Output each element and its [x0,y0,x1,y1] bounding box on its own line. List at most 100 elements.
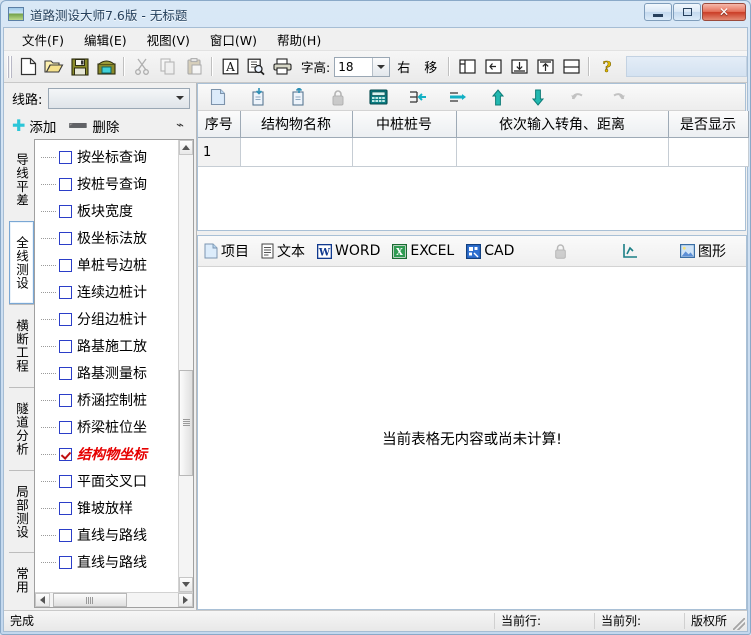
vtab-daoxianpingcha[interactable]: 导线平差 [9,139,34,221]
checkbox-icon[interactable] [59,556,72,569]
toolbar-grip[interactable] [7,55,12,78]
tree-horizontal-scrollbar[interactable] [35,592,193,607]
menu-file[interactable]: 文件(F) [12,28,74,51]
minimize-button[interactable] [644,3,672,21]
cell-angle-distance[interactable] [456,137,669,167]
tree-item[interactable]: 直线与路线 [37,522,178,549]
menu-view[interactable]: 视图(V) [137,28,200,51]
col-angle-distance[interactable]: 依次输入转角、距离 [456,111,669,138]
dock-top-icon[interactable] [532,54,558,79]
output-word-button[interactable]: W WORD [311,241,386,261]
tree-item[interactable]: 单桩号边桩 [37,252,178,279]
tree-item[interactable]: 平面交叉口 [37,468,178,495]
hscroll-track[interactable] [50,593,178,607]
right-button[interactable]: 右 [390,55,417,78]
checkbox-icon[interactable] [59,502,72,515]
tree-item[interactable]: 路基测量标 [37,360,178,387]
tree-item[interactable]: 极坐标法放 [37,225,178,252]
tree-item[interactable]: 按坐标查询 [37,144,178,171]
vtab-suidaofenxi[interactable]: 隧道分析 [9,387,34,470]
menu-window[interactable]: 窗口(W) [200,28,267,51]
checkbox-icon[interactable] [59,394,72,407]
checkbox-icon[interactable] [59,151,72,164]
col-structure-name[interactable]: 结构物名称 [240,111,353,138]
vtab-changyong[interactable]: 常用 [9,552,34,608]
tree-item[interactable]: 桥梁桩位坐 [37,414,178,441]
save-disk-icon[interactable] [67,54,93,79]
menu-edit[interactable]: 编辑(E) [74,28,137,51]
maximize-button[interactable] [673,3,701,21]
scroll-left-button[interactable] [35,593,50,607]
cut-icon[interactable] [129,54,155,79]
paste-icon[interactable] [181,54,207,79]
checkbox-icon[interactable] [59,232,72,245]
checkbox-icon[interactable] [59,286,72,299]
open-folder-icon[interactable] [41,54,67,79]
scroll-right-button[interactable] [178,593,193,607]
scroll-up-button[interactable] [179,140,193,155]
pin-icon[interactable]: ⌁ [176,118,184,133]
tree-item[interactable]: 板块宽度 [37,198,178,225]
redo-icon[interactable] [598,85,638,109]
lock-icon[interactable] [318,85,358,109]
vtab-quanxianceshe[interactable]: 全线测设 [9,220,34,305]
calculator-icon[interactable] [358,85,398,109]
tree-item[interactable]: 路基施工放 [37,333,178,360]
output-project-button[interactable]: 项目 [198,239,255,263]
output-excel-button[interactable]: X EXCEL [386,241,460,261]
dock-bottom-icon[interactable] [506,54,532,79]
new-record-icon[interactable] [198,85,238,109]
tree-item[interactable]: 连续边桩计 [37,279,178,306]
resize-grip[interactable] [733,618,745,630]
cell-center-stake[interactable] [352,137,457,167]
col-center-stake[interactable]: 中桩桩号 [352,111,457,138]
split-vertical-icon[interactable] [454,54,480,79]
output-cad-button[interactable]: CAD [460,241,520,261]
vtab-jubuceshe[interactable]: 局部测设 [9,469,34,553]
table-row[interactable]: 1 [198,137,749,167]
output-chart-axes-icon[interactable] [615,241,644,262]
scroll-track[interactable] [179,155,193,577]
output-lock-icon[interactable] [548,241,573,261]
tree-vertical-scrollbar[interactable] [178,140,193,592]
delete-route-button[interactable]: 删除 [92,116,119,136]
checkbox-icon[interactable] [59,178,72,191]
tree-item[interactable]: 分组边桩计 [37,306,178,333]
undo-icon[interactable] [558,85,598,109]
output-text-button[interactable]: 文本 [255,239,311,263]
import-icon[interactable] [238,85,278,109]
route-combo[interactable] [48,87,190,109]
output-graphic-button[interactable]: 图形 [674,239,732,263]
save-as-icon[interactable] [93,54,119,79]
tree-item[interactable]: 结构物坐标 [37,441,178,468]
chevron-down-icon[interactable] [171,90,188,107]
move-up-icon[interactable] [478,85,518,109]
insert-row-icon[interactable] [398,85,438,109]
checkbox-icon[interactable] [59,313,72,326]
cell-index[interactable]: 1 [198,137,241,167]
close-button[interactable]: ✕ [702,3,746,21]
print-icon[interactable] [269,54,295,79]
tree-item[interactable]: 按桩号查询 [37,171,178,198]
checkbox-icon[interactable] [59,448,72,461]
new-file-icon[interactable] [15,54,41,79]
chevron-down-icon[interactable] [372,57,390,76]
scroll-thumb[interactable] [179,370,193,476]
dock-left-icon[interactable] [480,54,506,79]
add-route-button[interactable]: 添加 [29,116,56,136]
checkbox-icon[interactable] [59,340,72,353]
move-button[interactable]: 移 [417,55,444,78]
cell-structure-name[interactable] [240,137,353,167]
hscroll-thumb[interactable] [52,593,127,607]
menu-help[interactable]: 帮助(H) [267,28,331,51]
checkbox-icon[interactable] [59,367,72,380]
tree-item[interactable]: 直线与路线 [37,549,178,576]
copy-icon[interactable] [155,54,181,79]
print-preview-icon[interactable] [243,54,269,79]
split-horizontal-icon[interactable] [558,54,584,79]
checkbox-icon[interactable] [59,475,72,488]
checkbox-icon[interactable] [59,421,72,434]
cell-show[interactable] [668,137,749,167]
scroll-down-button[interactable] [179,577,193,592]
export-icon[interactable] [278,85,318,109]
